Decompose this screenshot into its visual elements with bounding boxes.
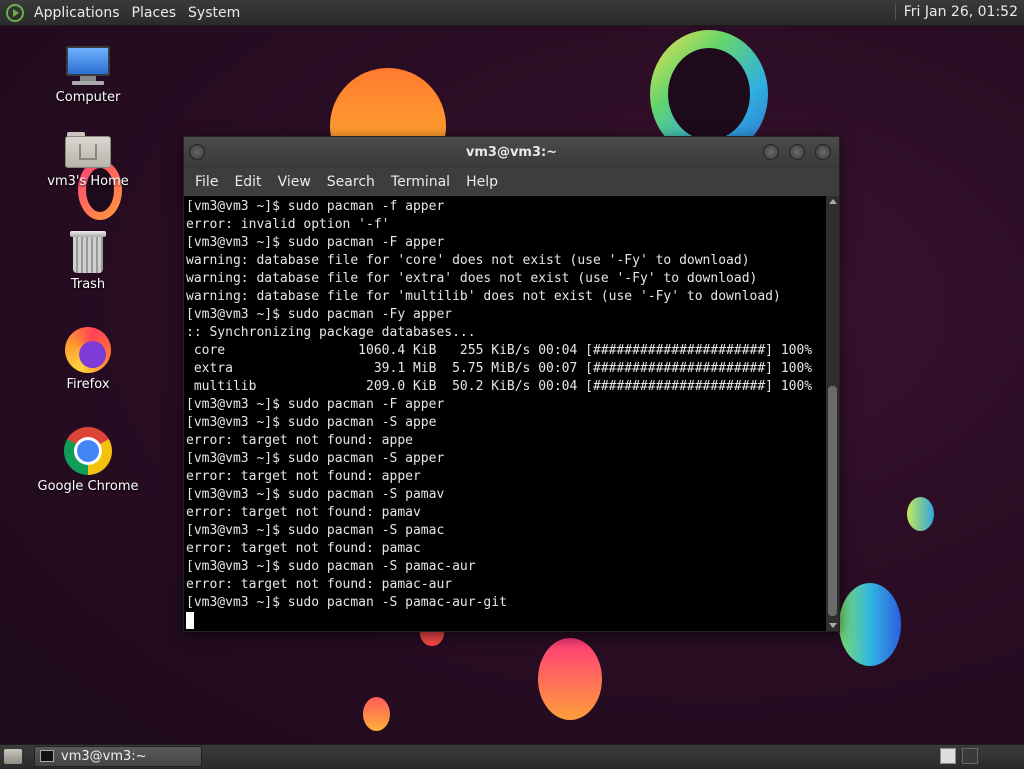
bottom-panel: vm3@vm3:~ (0, 744, 1024, 769)
terminal-cursor-line (186, 612, 827, 630)
chrome-icon (64, 427, 112, 475)
menu-view[interactable]: View (270, 174, 319, 190)
desktop-icon-label: Firefox (66, 377, 110, 392)
terminal-line: warning: database file for 'core' does n… (186, 253, 750, 268)
terminal-line: extra 39.1 MiB 5.75 MiB/s 00:07 [#######… (186, 361, 813, 376)
terminal-line: [vm3@vm3 ~]$ sudo pacman -f apper (186, 199, 445, 214)
top-panel: Applications Places System Fri Jan 26, 0… (0, 0, 1024, 26)
menu-edit[interactable]: Edit (226, 174, 269, 190)
terminal-line: [vm3@vm3 ~]$ sudo pacman -S apper (186, 451, 445, 466)
terminal-line: error: target not found: pamac (186, 541, 421, 556)
minimize-button[interactable] (763, 144, 779, 160)
terminal-line: error: target not found: pamac-aur (186, 577, 453, 592)
desktop-icon-trash[interactable]: Trash (28, 231, 148, 292)
system-menu[interactable]: System (188, 5, 240, 21)
menu-search[interactable]: Search (319, 174, 383, 190)
window-titlebar[interactable]: vm3@vm3:~ (184, 137, 839, 168)
terminal-icon (40, 750, 54, 762)
terminal-menubar: File Edit View Search Terminal Help (184, 168, 839, 196)
applications-menu[interactable]: Applications (34, 5, 120, 21)
terminal-line: error: target not found: appe (186, 433, 413, 448)
menu-file[interactable]: File (187, 174, 226, 190)
taskbar-label: vm3@vm3:~ (61, 749, 147, 764)
desktop-icon-firefox[interactable]: Firefox (28, 327, 148, 392)
terminal-line: error: target not found: pamav (186, 505, 421, 520)
terminal-line: [vm3@vm3 ~]$ sudo pacman -Fy apper (186, 307, 453, 322)
terminal-line: [vm3@vm3 ~]$ sudo pacman -S pamac-aur (186, 559, 476, 574)
computer-icon (64, 46, 112, 86)
trash-icon (70, 231, 106, 273)
scroll-down-icon[interactable] (829, 623, 837, 628)
terminal-line: warning: database file for 'extra' does … (186, 271, 758, 286)
close-button[interactable] (815, 144, 831, 160)
wallpaper-green-blue-oval (839, 583, 901, 666)
terminal-cursor (186, 612, 194, 629)
mate-logo-icon[interactable] (6, 3, 24, 22)
terminal-line: error: target not found: apper (186, 469, 421, 484)
desktop-icon-computer[interactable]: Computer (28, 46, 148, 105)
terminal-line: [vm3@vm3 ~]$ sudo pacman -S pamac (186, 523, 445, 538)
desktop-icon-label: Google Chrome (37, 479, 139, 494)
terminal-line: multilib 209.0 KiB 50.2 KiB/s 00:04 [###… (186, 379, 813, 394)
wallpaper-small-orange-oval (363, 697, 390, 731)
scrollbar-thumb[interactable] (828, 386, 837, 616)
terminal-output[interactable]: [vm3@vm3 ~]$ sudo pacman -f apper error: … (184, 196, 827, 631)
menu-help[interactable]: Help (458, 174, 506, 190)
taskbar-terminal-button[interactable]: vm3@vm3:~ (34, 746, 202, 767)
terminal-line: core 1060.4 KiB 255 KiB/s 00:04 [#######… (186, 343, 813, 358)
scroll-up-icon[interactable] (829, 199, 837, 204)
desktop-icon-label: Trash (70, 277, 106, 292)
show-desktop-icon[interactable] (4, 749, 22, 764)
desktop-icon-label: vm3's Home (47, 174, 129, 189)
desktop-icon-label: Computer (55, 90, 121, 105)
desktop-icon-chrome[interactable]: Google Chrome (28, 427, 148, 494)
terminal-line: [vm3@vm3 ~]$ sudo pacman -S pamav (186, 487, 445, 502)
window-title: vm3@vm3:~ (465, 145, 558, 160)
terminal-line: [vm3@vm3 ~]$ sudo pacman -F apper (186, 235, 445, 250)
wallpaper-small-green-oval (907, 497, 934, 531)
workspace-1[interactable] (940, 748, 956, 764)
panel-clock[interactable]: Fri Jan 26, 01:52 (894, 4, 1018, 20)
terminal-window[interactable]: vm3@vm3:~ File Edit View Search Terminal… (183, 136, 840, 632)
terminal-line: [vm3@vm3 ~]$ sudo pacman -F apper (186, 397, 445, 412)
maximize-button[interactable] (789, 144, 805, 160)
window-menu-icon[interactable] (189, 144, 205, 160)
terminal-line: warning: database file for 'multilib' do… (186, 289, 781, 304)
terminal-line: [vm3@vm3 ~]$ sudo pacman -S pamac-aur-gi… (186, 595, 507, 610)
home-folder-icon (65, 130, 111, 170)
terminal-line: :: Synchronizing package databases... (186, 325, 476, 340)
desktop-icon-home[interactable]: vm3's Home (28, 130, 148, 189)
terminal-line: error: invalid option '-f' (186, 217, 390, 232)
firefox-icon (65, 327, 111, 373)
wallpaper-pink-oval (538, 638, 602, 720)
menu-terminal[interactable]: Terminal (383, 174, 458, 190)
workspace-2[interactable] (962, 748, 978, 764)
terminal-line: [vm3@vm3 ~]$ sudo pacman -S appe (186, 415, 437, 430)
places-menu[interactable]: Places (132, 5, 177, 21)
terminal-scrollbar[interactable] (826, 196, 839, 631)
